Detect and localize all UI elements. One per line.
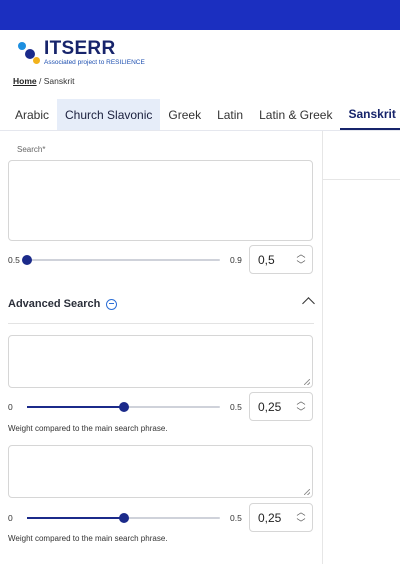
stepper-value: 0,5 xyxy=(258,252,275,267)
search-weight-stepper[interactable]: 0,5 ︿ ﹀ xyxy=(249,245,313,274)
language-tabs: Arabic Church Slavonic Greek Latin Latin… xyxy=(0,99,400,131)
logo-title: ITSERR xyxy=(44,38,116,60)
tab-arabic[interactable]: Arabic xyxy=(0,99,57,130)
resize-handle-icon[interactable] xyxy=(304,489,310,495)
field-2-slider-min: 0 xyxy=(8,513,13,523)
search-weight-slider[interactable] xyxy=(22,255,220,265)
field-2-weight-slider[interactable] xyxy=(27,513,220,523)
advanced-search-title[interactable]: Advanced Search xyxy=(8,298,118,310)
breadcrumb: Home / Sanskrit xyxy=(13,76,74,86)
slider-fill xyxy=(27,517,124,519)
chevron-up-icon[interactable] xyxy=(302,297,315,310)
advanced-search-field-1[interactable] xyxy=(8,335,313,388)
field-1-hint: Weight compared to the main search phras… xyxy=(8,424,168,433)
results-panel-line xyxy=(323,179,400,180)
tab-latin-greek[interactable]: Latin & Greek xyxy=(251,99,340,130)
section-divider xyxy=(8,323,314,324)
field-1-slider-max: 0.5 xyxy=(230,402,242,412)
logo-subtitle: Associated project to RESILIENCE xyxy=(44,59,145,67)
breadcrumb-home-link[interactable]: Home xyxy=(13,76,37,86)
search-slider-max: 0.9 xyxy=(230,255,242,265)
top-bar xyxy=(0,0,400,30)
advanced-search-field-2[interactable] xyxy=(8,445,313,498)
field-1-slider-min: 0 xyxy=(8,402,13,412)
increment-icon[interactable]: ︿ xyxy=(296,249,305,259)
results-panel-divider xyxy=(322,131,323,564)
breadcrumb-current: Sanskrit xyxy=(43,76,75,86)
search-textarea[interactable] xyxy=(8,160,313,241)
decrement-icon[interactable]: ﹀ xyxy=(296,407,305,417)
increment-icon[interactable]: ︿ xyxy=(296,396,305,406)
slider-thumb[interactable] xyxy=(22,255,32,265)
decrement-icon[interactable]: ﹀ xyxy=(296,518,305,528)
field-1-weight-slider[interactable] xyxy=(27,402,220,412)
tab-latin[interactable]: Latin xyxy=(209,99,251,130)
field-2-slider-max: 0.5 xyxy=(230,513,242,523)
field-2-hint: Weight compared to the main search phras… xyxy=(8,534,168,543)
slider-thumb[interactable] xyxy=(118,513,129,523)
resize-handle-icon[interactable] xyxy=(304,379,310,385)
itserr-logo[interactable]: ITSERR Associated project to RESILIENCE xyxy=(18,38,145,68)
tab-sanskrit[interactable]: Sanskrit xyxy=(340,99,400,130)
stepper-value: 0,25 xyxy=(258,399,282,414)
logo-mark-icon xyxy=(18,40,40,66)
increment-icon[interactable]: ︿ xyxy=(296,507,305,517)
slider-fill xyxy=(27,406,124,408)
breadcrumb-separator: / xyxy=(39,76,42,86)
field-1-weight-stepper[interactable]: 0,25 ︿ ﹀ xyxy=(249,392,313,421)
minus-circle-icon[interactable] xyxy=(106,298,118,310)
slider-thumb[interactable] xyxy=(118,402,129,412)
search-label: Search* xyxy=(17,145,46,154)
search-slider-min: 0.5 xyxy=(8,255,20,265)
stepper-value: 0,25 xyxy=(258,510,282,525)
tab-greek[interactable]: Greek xyxy=(160,99,209,130)
decrement-icon[interactable]: ﹀ xyxy=(296,260,305,270)
field-2-weight-stepper[interactable]: 0,25 ︿ ﹀ xyxy=(249,503,313,532)
tab-church-slavonic[interactable]: Church Slavonic xyxy=(57,99,161,130)
